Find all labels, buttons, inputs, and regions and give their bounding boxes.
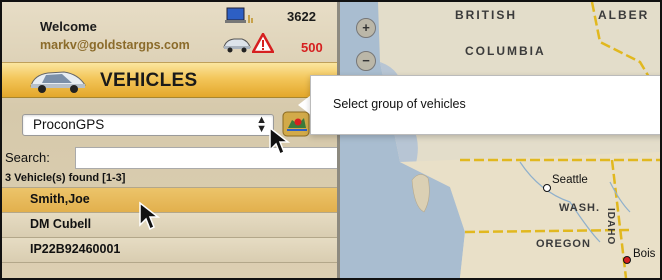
map-label: WASH. [559,202,601,214]
vehicle-row[interactable]: Smith,Joe [2,187,337,212]
vehicle-row[interactable]: IP22B92460001 [2,237,337,263]
car-small-icon[interactable] [222,33,252,53]
vehicle-group-select[interactable]: ProconGPS ▲ ▼ [22,114,274,136]
zoom-in-icon[interactable]: + [356,18,376,38]
zoom-out-icon[interactable]: − [356,51,376,71]
map-label: COLUMBIA [465,44,546,58]
city-marker-icon [543,184,551,192]
results-summary: 3 Vehicle(s) found [1-3] [5,172,126,184]
welcome-label: Welcome [40,19,97,34]
car-big-icon [30,71,86,93]
tooltip-text: Select group of vehicles [333,97,466,111]
mouse-cursor-icon [139,201,160,231]
app-frame: Welcome markv@goldstargps.com 3622 500 V… [0,0,662,280]
total-count: 3622 [287,9,316,24]
map-label: BRITISH [455,8,517,22]
vehicle-name: DM Cubell [30,217,92,231]
user-header: Welcome markv@goldstargps.com 3622 500 [2,2,337,60]
vehicle-row[interactable]: DM Cubell [2,212,337,237]
map-label: ALBER [598,8,650,22]
city-label: Seattle [552,174,588,186]
mouse-cursor-icon [269,126,290,156]
search-input[interactable] [75,147,338,169]
city-marker-icon [623,256,631,264]
user-email: markv@goldstargps.com [40,38,190,52]
search-label: Search: [5,150,50,165]
map-label: IDAHO [605,208,616,246]
vehicles-title: VEHICLES [100,70,198,91]
warning-icon[interactable] [252,33,274,53]
city-label: Bois [633,248,656,260]
map-label: OREGON [536,238,591,250]
vehicle-name: IP22B92460001 [30,242,121,256]
tooltip: Select group of vehicles [310,75,660,135]
map-view[interactable]: + − BRITISH ALBER COLUMBIA WASH. OREGON … [340,2,660,278]
alert-count: 500 [301,40,323,55]
laptop-icon[interactable] [224,7,254,25]
vehicles-section-bar[interactable]: VEHICLES [2,62,337,98]
group-select-value: ProconGPS [33,117,105,132]
select-arrows-icon: ▲ ▼ [256,114,267,135]
vehicle-name: Smith,Joe [30,192,90,206]
